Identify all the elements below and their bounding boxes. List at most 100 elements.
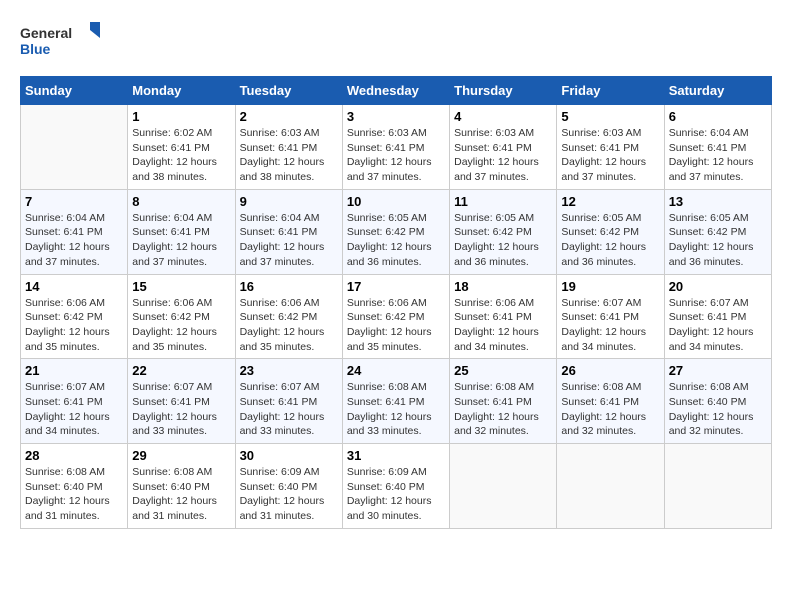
day-number: 24	[347, 363, 445, 378]
cell-content: Sunrise: 6:08 AMSunset: 6:41 PMDaylight:…	[561, 380, 659, 439]
day-number: 17	[347, 279, 445, 294]
calendar-cell: 12 Sunrise: 6:05 AMSunset: 6:42 PMDayligh…	[557, 189, 664, 274]
svg-text:Blue: Blue	[20, 41, 51, 57]
day-number: 19	[561, 279, 659, 294]
calendar-cell: 28 Sunrise: 6:08 AMSunset: 6:40 PMDayligh…	[21, 444, 128, 529]
calendar-cell	[664, 444, 771, 529]
cell-content: Sunrise: 6:07 AMSunset: 6:41 PMDaylight:…	[561, 296, 659, 355]
calendar-cell: 27 Sunrise: 6:08 AMSunset: 6:40 PMDayligh…	[664, 359, 771, 444]
week-row-5: 28 Sunrise: 6:08 AMSunset: 6:40 PMDayligh…	[21, 444, 772, 529]
header: General Blue	[20, 20, 772, 60]
cell-content: Sunrise: 6:06 AMSunset: 6:42 PMDaylight:…	[132, 296, 230, 355]
day-number: 7	[25, 194, 123, 209]
week-row-1: 1 Sunrise: 6:02 AMSunset: 6:41 PMDaylight…	[21, 105, 772, 190]
day-number: 1	[132, 109, 230, 124]
calendar-cell: 29 Sunrise: 6:08 AMSunset: 6:40 PMDayligh…	[128, 444, 235, 529]
cell-content: Sunrise: 6:08 AMSunset: 6:40 PMDaylight:…	[132, 465, 230, 524]
calendar-cell: 9 Sunrise: 6:04 AMSunset: 6:41 PMDaylight…	[235, 189, 342, 274]
day-number: 12	[561, 194, 659, 209]
cell-content: Sunrise: 6:02 AMSunset: 6:41 PMDaylight:…	[132, 126, 230, 185]
day-number: 8	[132, 194, 230, 209]
day-number: 2	[240, 109, 338, 124]
calendar-cell: 2 Sunrise: 6:03 AMSunset: 6:41 PMDaylight…	[235, 105, 342, 190]
calendar-cell: 26Sunrise: 6:08 AMSunset: 6:41 PMDayligh…	[557, 359, 664, 444]
cell-content: Sunrise: 6:03 AMSunset: 6:41 PMDaylight:…	[561, 126, 659, 185]
day-number: 29	[132, 448, 230, 463]
calendar-cell: 23 Sunrise: 6:07 AMSunset: 6:41 PMDayligh…	[235, 359, 342, 444]
cell-content: Sunrise: 6:03 AMSunset: 6:41 PMDaylight:…	[347, 126, 445, 185]
calendar-cell: 13 Sunrise: 6:05 AMSunset: 6:42 PMDayligh…	[664, 189, 771, 274]
calendar-cell: 6Sunrise: 6:04 AMSunset: 6:41 PMDaylight…	[664, 105, 771, 190]
cell-content: Sunrise: 6:08 AMSunset: 6:41 PMDaylight:…	[454, 380, 552, 439]
week-row-2: 7 Sunrise: 6:04 AMSunset: 6:41 PMDaylight…	[21, 189, 772, 274]
cell-content: Sunrise: 6:05 AMSunset: 6:42 PMDaylight:…	[669, 211, 767, 270]
day-number: 22	[132, 363, 230, 378]
day-number: 21	[25, 363, 123, 378]
calendar-cell	[450, 444, 557, 529]
cell-content: Sunrise: 6:09 AMSunset: 6:40 PMDaylight:…	[240, 465, 338, 524]
cell-content: Sunrise: 6:03 AMSunset: 6:41 PMDaylight:…	[454, 126, 552, 185]
cell-content: Sunrise: 6:05 AMSunset: 6:42 PMDaylight:…	[347, 211, 445, 270]
week-row-3: 14 Sunrise: 6:06 AMSunset: 6:42 PMDayligh…	[21, 274, 772, 359]
logo-svg: General Blue	[20, 20, 100, 60]
cell-content: Sunrise: 6:07 AMSunset: 6:41 PMDaylight:…	[669, 296, 767, 355]
calendar-cell: 15 Sunrise: 6:06 AMSunset: 6:42 PMDayligh…	[128, 274, 235, 359]
logo: General Blue	[20, 20, 100, 60]
day-number: 13	[669, 194, 767, 209]
calendar-cell	[21, 105, 128, 190]
calendar-table: SundayMondayTuesdayWednesdayThursdayFrid…	[20, 76, 772, 529]
cell-content: Sunrise: 6:04 AMSunset: 6:41 PMDaylight:…	[240, 211, 338, 270]
day-number: 30	[240, 448, 338, 463]
calendar-cell: 10 Sunrise: 6:05 AMSunset: 6:42 PMDayligh…	[342, 189, 449, 274]
weekday-header-thursday: Thursday	[450, 77, 557, 105]
weekday-header-row: SundayMondayTuesdayWednesdayThursdayFrid…	[21, 77, 772, 105]
cell-content: Sunrise: 6:05 AMSunset: 6:42 PMDaylight:…	[561, 211, 659, 270]
cell-content: Sunrise: 6:07 AMSunset: 6:41 PMDaylight:…	[25, 380, 123, 439]
calendar-cell: 5 Sunrise: 6:03 AMSunset: 6:41 PMDaylight…	[557, 105, 664, 190]
cell-content: Sunrise: 6:06 AMSunset: 6:42 PMDaylight:…	[347, 296, 445, 355]
cell-content: Sunrise: 6:07 AMSunset: 6:41 PMDaylight:…	[132, 380, 230, 439]
calendar-cell: 30 Sunrise: 6:09 AMSunset: 6:40 PMDayligh…	[235, 444, 342, 529]
calendar-cell: 16 Sunrise: 6:06 AMSunset: 6:42 PMDayligh…	[235, 274, 342, 359]
calendar-cell: 3Sunrise: 6:03 AMSunset: 6:41 PMDaylight…	[342, 105, 449, 190]
calendar-cell	[557, 444, 664, 529]
cell-content: Sunrise: 6:04 AMSunset: 6:41 PMDaylight:…	[669, 126, 767, 185]
day-number: 9	[240, 194, 338, 209]
weekday-header-saturday: Saturday	[664, 77, 771, 105]
cell-content: Sunrise: 6:08 AMSunset: 6:41 PMDaylight:…	[347, 380, 445, 439]
day-number: 27	[669, 363, 767, 378]
cell-content: Sunrise: 6:07 AMSunset: 6:41 PMDaylight:…	[240, 380, 338, 439]
cell-content: Sunrise: 6:08 AMSunset: 6:40 PMDaylight:…	[669, 380, 767, 439]
day-number: 5	[561, 109, 659, 124]
day-number: 14	[25, 279, 123, 294]
calendar-cell: 20Sunrise: 6:07 AMSunset: 6:41 PMDayligh…	[664, 274, 771, 359]
calendar-cell: 18Sunrise: 6:06 AMSunset: 6:41 PMDayligh…	[450, 274, 557, 359]
calendar-cell: 22 Sunrise: 6:07 AMSunset: 6:41 PMDayligh…	[128, 359, 235, 444]
day-number: 16	[240, 279, 338, 294]
day-number: 11	[454, 194, 552, 209]
cell-content: Sunrise: 6:04 AMSunset: 6:41 PMDaylight:…	[132, 211, 230, 270]
cell-content: Sunrise: 6:09 AMSunset: 6:40 PMDaylight:…	[347, 465, 445, 524]
cell-content: Sunrise: 6:06 AMSunset: 6:42 PMDaylight:…	[240, 296, 338, 355]
cell-content: Sunrise: 6:03 AMSunset: 6:41 PMDaylight:…	[240, 126, 338, 185]
cell-content: Sunrise: 6:06 AMSunset: 6:42 PMDaylight:…	[25, 296, 123, 355]
week-row-4: 21 Sunrise: 6:07 AMSunset: 6:41 PMDayligh…	[21, 359, 772, 444]
calendar-cell: 31 Sunrise: 6:09 AMSunset: 6:40 PMDayligh…	[342, 444, 449, 529]
calendar-cell: 14 Sunrise: 6:06 AMSunset: 6:42 PMDayligh…	[21, 274, 128, 359]
day-number: 10	[347, 194, 445, 209]
day-number: 28	[25, 448, 123, 463]
cell-content: Sunrise: 6:08 AMSunset: 6:40 PMDaylight:…	[25, 465, 123, 524]
calendar-cell: 24 Sunrise: 6:08 AMSunset: 6:41 PMDayligh…	[342, 359, 449, 444]
calendar-cell: 11 Sunrise: 6:05 AMSunset: 6:42 PMDayligh…	[450, 189, 557, 274]
day-number: 4	[454, 109, 552, 124]
calendar-cell: 1 Sunrise: 6:02 AMSunset: 6:41 PMDaylight…	[128, 105, 235, 190]
day-number: 18	[454, 279, 552, 294]
day-number: 15	[132, 279, 230, 294]
day-number: 23	[240, 363, 338, 378]
weekday-header-tuesday: Tuesday	[235, 77, 342, 105]
calendar-cell: 4 Sunrise: 6:03 AMSunset: 6:41 PMDaylight…	[450, 105, 557, 190]
calendar-cell: 21 Sunrise: 6:07 AMSunset: 6:41 PMDayligh…	[21, 359, 128, 444]
day-number: 31	[347, 448, 445, 463]
calendar-cell: 17 Sunrise: 6:06 AMSunset: 6:42 PMDayligh…	[342, 274, 449, 359]
cell-content: Sunrise: 6:05 AMSunset: 6:42 PMDaylight:…	[454, 211, 552, 270]
